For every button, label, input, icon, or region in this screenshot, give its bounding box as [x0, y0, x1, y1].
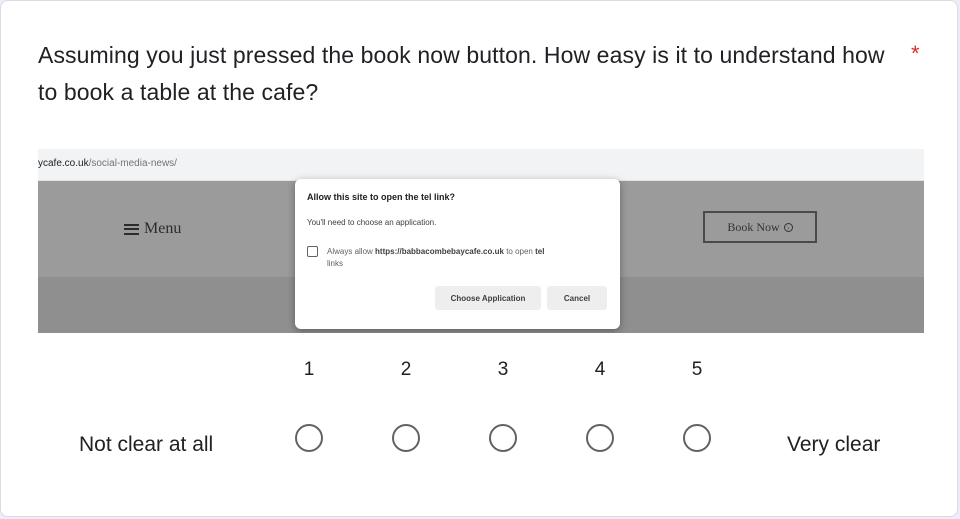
url-text: ycafe.co.uk/social-media-news/	[38, 158, 177, 169]
url-path: /social-media-news/	[88, 158, 177, 169]
scale-number-2: 2	[400, 359, 412, 380]
required-marker: *	[911, 41, 920, 66]
question-image: ycafe.co.uk/social-media-news/ Menu Book…	[38, 149, 924, 333]
radio-option-4[interactable]	[586, 424, 614, 452]
radio-option-5[interactable]	[683, 424, 711, 452]
scale-number-5: 5	[691, 359, 703, 380]
radio-option-2[interactable]	[392, 424, 420, 452]
tel-link-dialog: Allow this site to open the tel link? Yo…	[295, 179, 620, 329]
url-domain: ycafe.co.uk	[38, 158, 89, 169]
radio-option-3[interactable]	[489, 424, 517, 452]
book-now-label: Book Now	[727, 219, 780, 234]
always-allow-label: Always allow https://babbacombebaycafe.c…	[327, 247, 545, 268]
scale-number-1: 1	[303, 359, 315, 380]
scale-number-3: 3	[497, 359, 509, 380]
scale-high-label: Very clear	[787, 433, 881, 456]
dialog-subtitle: You'll need to choose an application.	[307, 218, 437, 227]
always-allow-checkbox	[307, 246, 318, 257]
scale-low-label: Not clear at all	[79, 433, 214, 456]
hamburger-icon	[124, 223, 139, 235]
menu-label: Menu	[144, 220, 182, 237]
arrow-circle-icon: ›	[783, 222, 793, 232]
scale-number-4: 4	[594, 359, 606, 380]
question-text: Assuming you just pressed the book now b…	[38, 42, 885, 105]
question-card: Assuming you just pressed the book now b…	[0, 0, 958, 517]
dialog-title: Allow this site to open the tel link?	[307, 192, 456, 202]
site-menu: Menu	[124, 220, 181, 238]
radio-option-1[interactable]	[295, 424, 323, 452]
browser-url-bar: ycafe.co.uk/social-media-news/	[38, 149, 924, 181]
book-now-button-image: Book Now ›	[703, 211, 817, 243]
cancel-button: Cancel	[547, 286, 607, 310]
choose-application-button: Choose Application	[435, 286, 541, 310]
